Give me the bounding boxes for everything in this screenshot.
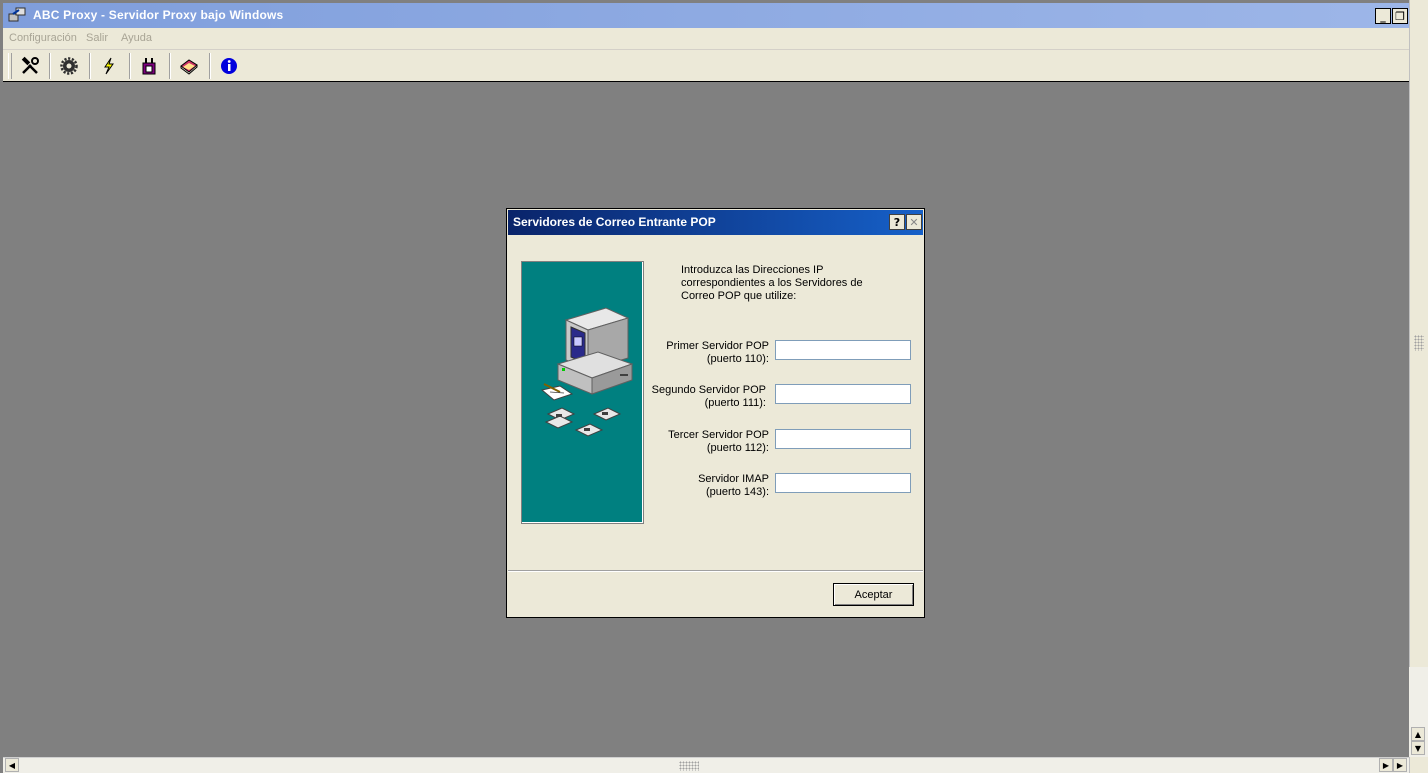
intro-text: Introduzca las Direcciones IP correspond… xyxy=(681,264,863,302)
plug-icon[interactable] xyxy=(132,53,166,79)
dialog-titlebar: Servidores de Correo Entrante POP ? ✕ xyxy=(508,210,923,235)
tools-icon[interactable] xyxy=(13,53,47,79)
menu-bar: Configuración Salir Ayuda xyxy=(3,28,1409,50)
menu-ayuda[interactable]: Ayuda xyxy=(121,32,152,44)
help-button[interactable]: ? xyxy=(889,214,905,230)
window-title: ABC Proxy - Servidor Proxy bajo Windows xyxy=(33,8,284,22)
imap-label: Servidor IMAP (puerto 143): xyxy=(599,473,769,499)
pop-servers-dialog: Servidores de Correo Entrante POP ? ✕ In… xyxy=(506,208,925,618)
toolbar xyxy=(3,50,1409,82)
right-window-edge xyxy=(1409,0,1428,773)
minimize-button[interactable]: _ xyxy=(1375,8,1391,24)
scroll-up-arrow-icon[interactable]: ▲ xyxy=(1411,727,1425,741)
scroll-right-end-arrow-icon[interactable]: ▶ xyxy=(1393,758,1407,772)
third-pop-label-line1: Tercer Servidor POP xyxy=(668,429,769,441)
menu-salir[interactable]: Salir xyxy=(86,32,108,44)
accept-button[interactable]: Aceptar xyxy=(833,583,914,606)
restore-button[interactable]: ❐ xyxy=(1392,8,1408,24)
toolbar-separator xyxy=(49,53,51,79)
third-pop-label-line2: (puerto 112): xyxy=(706,442,769,454)
dialog-title: Servidores de Correo Entrante POP xyxy=(513,215,716,229)
scroll-thumb-grip[interactable] xyxy=(679,761,699,771)
third-pop-label: Tercer Servidor POP (puerto 112): xyxy=(599,429,769,455)
first-pop-label: Primer Servidor POP (puerto 110): xyxy=(599,340,769,366)
info-icon[interactable] xyxy=(212,53,246,79)
second-pop-label-line1: Segundo Servidor POP xyxy=(651,384,766,396)
menu-configuracion[interactable]: Configuración xyxy=(9,32,77,44)
toolbar-grip[interactable] xyxy=(8,53,12,79)
imap-input[interactable] xyxy=(775,473,911,493)
second-pop-input[interactable] xyxy=(775,384,911,404)
toolbar-separator xyxy=(209,53,211,79)
app-icon xyxy=(7,6,27,24)
first-pop-label-line1: Primer Servidor POP xyxy=(666,340,769,352)
main-titlebar: ABC Proxy - Servidor Proxy bajo Windows … xyxy=(3,3,1409,28)
close-button[interactable]: ✕ xyxy=(906,214,922,230)
first-pop-input[interactable] xyxy=(775,340,911,360)
scroll-down-arrow-icon[interactable]: ▼ xyxy=(1411,741,1425,755)
scroll-left-arrow-icon[interactable]: ◀ xyxy=(5,758,19,772)
toolbar-separator xyxy=(129,53,131,79)
imap-label-line1: Servidor IMAP xyxy=(698,473,769,485)
horizontal-scrollbar[interactable]: ◀ ▶ ▶ xyxy=(3,757,1409,773)
scroll-right-arrow-icon[interactable]: ▶ xyxy=(1379,758,1393,772)
lightning-icon[interactable] xyxy=(92,53,126,79)
book-icon[interactable] xyxy=(172,53,206,79)
resize-grip[interactable] xyxy=(1414,335,1424,351)
toolbar-separator xyxy=(169,53,171,79)
second-pop-label: Segundo Servidor POP (puerto 111): xyxy=(596,384,766,410)
first-pop-label-line2: (puerto 110): xyxy=(706,353,769,365)
toolbar-separator xyxy=(89,53,91,79)
dialog-divider xyxy=(508,570,923,572)
second-pop-label-line2: (puerto 111): xyxy=(704,397,766,409)
imap-label-line2: (puerto 143): xyxy=(706,486,769,498)
third-pop-input[interactable] xyxy=(775,429,911,449)
gear-icon[interactable] xyxy=(52,53,86,79)
